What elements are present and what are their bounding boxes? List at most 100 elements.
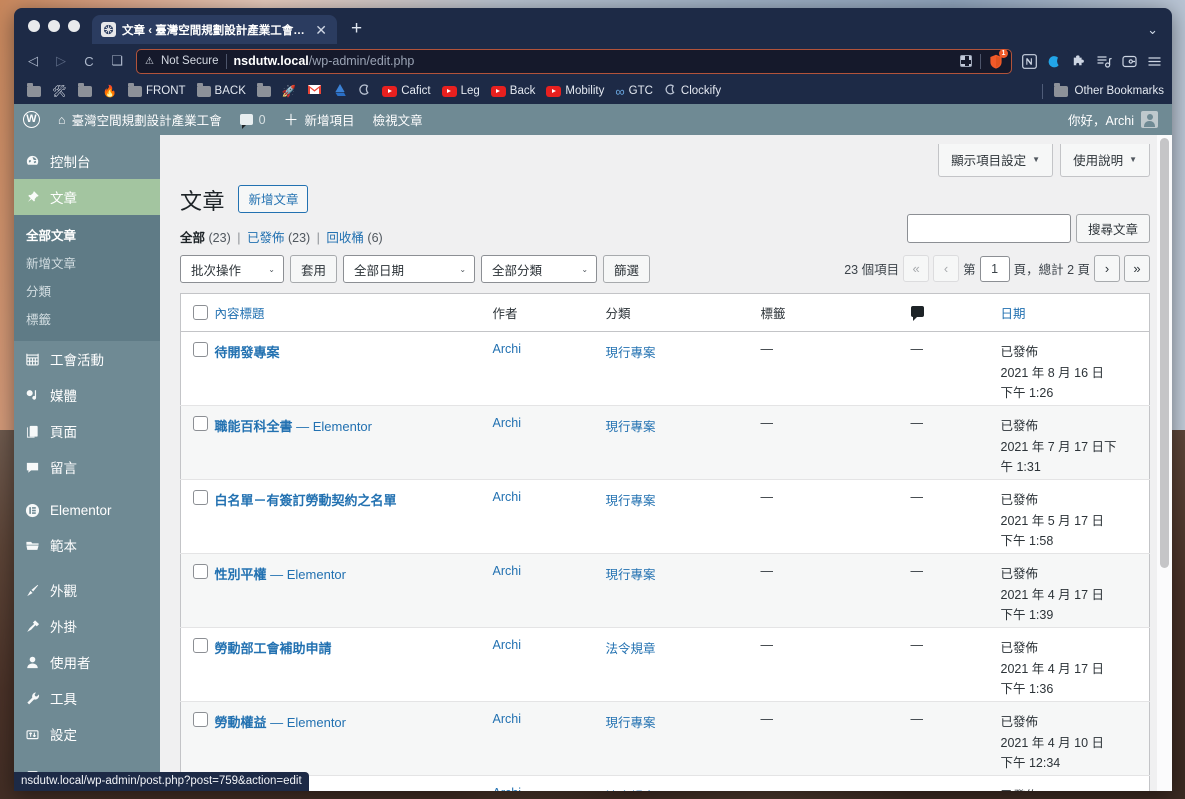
row-checkbox[interactable] (193, 712, 208, 728)
bookmark-rocket[interactable]: 🚀 (277, 82, 301, 100)
bulk-actions-select[interactable]: 批次操作 ⌄ (180, 255, 284, 283)
brave-shield-icon[interactable]: 1 (989, 48, 1008, 69)
row-checkbox-cell[interactable] (181, 702, 215, 776)
table-row[interactable]: 認識勞動檢查 移至回收桶 | 檢視 Archi 法令規章 — — (181, 776, 1150, 791)
window-traffic-lights[interactable] (28, 8, 92, 44)
column-date-label[interactable]: 日期 (1001, 307, 1026, 321)
sidebar-item-settings[interactable]: 設定 (14, 716, 160, 752)
apps-grid-icon[interactable] (960, 55, 972, 67)
filter-button[interactable]: 篩選 (603, 255, 651, 283)
add-new-post-button[interactable]: 新增文章 (238, 185, 309, 213)
close-tab-button[interactable]: ✕ (313, 23, 329, 37)
comments-bubble-menu[interactable]: 0 (231, 104, 275, 135)
row-title-link[interactable]: 待開發專案 (215, 345, 280, 360)
row-title-link[interactable]: 職能百科全書 — Elementor (215, 419, 373, 434)
bookmark-folder-1[interactable] (22, 82, 46, 99)
extensions-puzzle-icon[interactable] (1072, 54, 1087, 69)
minimize-window-button[interactable] (48, 20, 60, 32)
reading-list-icon[interactable] (1097, 54, 1112, 69)
forward-button[interactable]: ▷ (52, 53, 70, 69)
row-author-link[interactable]: Archi (493, 638, 521, 652)
category-filter-select[interactable]: 全部分類 ⌄ (481, 255, 598, 283)
bookmark-back[interactable]: BACK (192, 82, 251, 99)
bookmark-folder-3[interactable] (252, 82, 276, 99)
row-category-link[interactable]: 現行專案 (606, 568, 656, 582)
browser-tab[interactable]: 文章 ‹ 臺灣空間規劃設計產業工會 — ✕ (92, 15, 337, 44)
apply-button[interactable]: 套用 (290, 255, 338, 283)
sidebar-item-elementor[interactable]: Elementor (14, 494, 160, 527)
row-category-link[interactable]: 現行專案 (606, 716, 656, 730)
row-checkbox-cell[interactable] (181, 480, 215, 554)
profile-icon[interactable] (1122, 54, 1137, 69)
account-menu[interactable]: 你好，Archi (1068, 110, 1172, 129)
chevron-down-icon[interactable]: ⌄ (1147, 22, 1158, 38)
bookmark-mobility[interactable]: Mobility (541, 83, 609, 99)
row-category-link[interactable]: 現行專案 (606, 494, 656, 508)
bookmark-drive[interactable] (328, 82, 352, 101)
new-item-menu[interactable]: ＋ 新增項目 (275, 104, 364, 135)
bookmark-gmail[interactable] (302, 82, 327, 100)
row-checkbox-cell[interactable] (181, 332, 215, 406)
table-row[interactable]: 白名單－有簽訂勞動契約之名單 Archi 現行專案 — — 已發佈 2021 年… (180, 480, 1150, 554)
submenu-tags[interactable]: 標籤 (14, 304, 160, 332)
row-author-link[interactable]: Archi (493, 786, 521, 791)
select-all-checkbox[interactable] (193, 305, 208, 321)
sidebar-item-media[interactable]: 媒體 (14, 377, 160, 413)
sidebar-item-union-events[interactable]: 工會活動 (14, 341, 160, 377)
row-category-link[interactable]: 現行專案 (606, 346, 656, 360)
row-checkbox[interactable] (193, 564, 208, 580)
notion-extension-icon[interactable] (1022, 53, 1037, 69)
current-page-input[interactable]: 1 (979, 255, 1010, 282)
row-author-link[interactable]: Archi (493, 490, 521, 504)
table-row[interactable]: 性別平權 — Elementor Archi 現行專案 — — 已發佈 2021… (180, 553, 1150, 628)
maximize-window-button[interactable] (68, 20, 80, 32)
row-author-link[interactable]: Archi (493, 342, 521, 356)
wp-logo-menu[interactable]: W (14, 104, 49, 135)
last-page-button[interactable]: » (1124, 255, 1150, 282)
column-title-label[interactable]: 內容標題 (215, 307, 265, 321)
table-row[interactable]: 待開發專案 Archi 現行專案 — — 已發佈 2021 年 8 月 16 日… (180, 332, 1150, 406)
browser-menu-icon[interactable] (1147, 54, 1162, 69)
sidebar-item-plugins[interactable]: 外掛 (14, 608, 160, 644)
row-checkbox[interactable] (193, 342, 208, 358)
bookmark-leg[interactable]: Leg (437, 83, 485, 99)
help-button[interactable]: 使用說明 ▼ (1060, 144, 1150, 177)
back-button[interactable]: ◁ (24, 53, 42, 69)
table-row[interactable]: 勞動權益 — Elementor Archi 現行專案 — — 已發佈 2021… (180, 701, 1150, 776)
row-title-link[interactable]: 勞動權益 — Elementor (215, 715, 347, 730)
filter-published[interactable]: 已發佈 (247, 231, 285, 245)
sidebar-item-dashboard[interactable]: 控制台 (14, 143, 160, 179)
column-date[interactable]: 日期 (1000, 293, 1150, 332)
row-title-link[interactable]: 白名單－有簽訂勞動契約之名單 (215, 493, 397, 508)
sidebar-item-templates[interactable]: 範本 (14, 527, 160, 563)
row-title-link[interactable]: 性別平權 — Elementor (215, 567, 347, 582)
bookmark-cafict[interactable]: Cafict (377, 83, 435, 99)
row-category-link[interactable]: 法令規章 (606, 642, 656, 656)
row-title-link[interactable]: 勞動部工會補助申請 (215, 641, 332, 656)
submenu-categories[interactable]: 分類 (14, 276, 160, 304)
column-comments[interactable] (910, 293, 1001, 332)
sidebar-item-posts[interactable]: 文章 (14, 179, 160, 215)
submenu-all-posts[interactable]: 全部文章 (14, 220, 160, 248)
view-posts-link[interactable]: 檢視文章 (364, 104, 432, 135)
bookmark-moon[interactable] (353, 81, 376, 101)
table-row[interactable]: 職能百科全書 — Elementor Archi 現行專案 — — 已發佈 20… (180, 405, 1150, 480)
crescent-extension-icon[interactable] (1047, 54, 1062, 69)
prev-page-button[interactable]: ‹ (933, 255, 960, 282)
row-author-link[interactable]: Archi (493, 416, 521, 430)
row-checkbox-cell[interactable] (181, 554, 215, 628)
row-checkbox[interactable] (193, 416, 208, 432)
screen-options-button[interactable]: 顯示項目設定 ▼ (938, 144, 1054, 177)
new-tab-button[interactable]: + (351, 19, 362, 38)
submenu-new-post[interactable]: 新增文章 (14, 248, 160, 276)
close-window-button[interactable] (28, 20, 40, 32)
first-page-button[interactable]: « (903, 255, 930, 282)
row-category-link[interactable]: 法令規章 (606, 790, 656, 791)
row-category-link[interactable]: 現行專案 (606, 420, 656, 434)
site-name-menu[interactable]: ⌂ 臺灣空間規劃設計產業工會 (49, 104, 231, 135)
column-title[interactable]: 內容標題 (214, 293, 493, 332)
bookmark-fire[interactable]: 🔥 (98, 82, 122, 100)
bookmark-icon[interactable]: ❏ (108, 53, 126, 69)
search-input[interactable] (906, 214, 1071, 243)
sidebar-item-appearance[interactable]: 外觀 (14, 572, 160, 608)
